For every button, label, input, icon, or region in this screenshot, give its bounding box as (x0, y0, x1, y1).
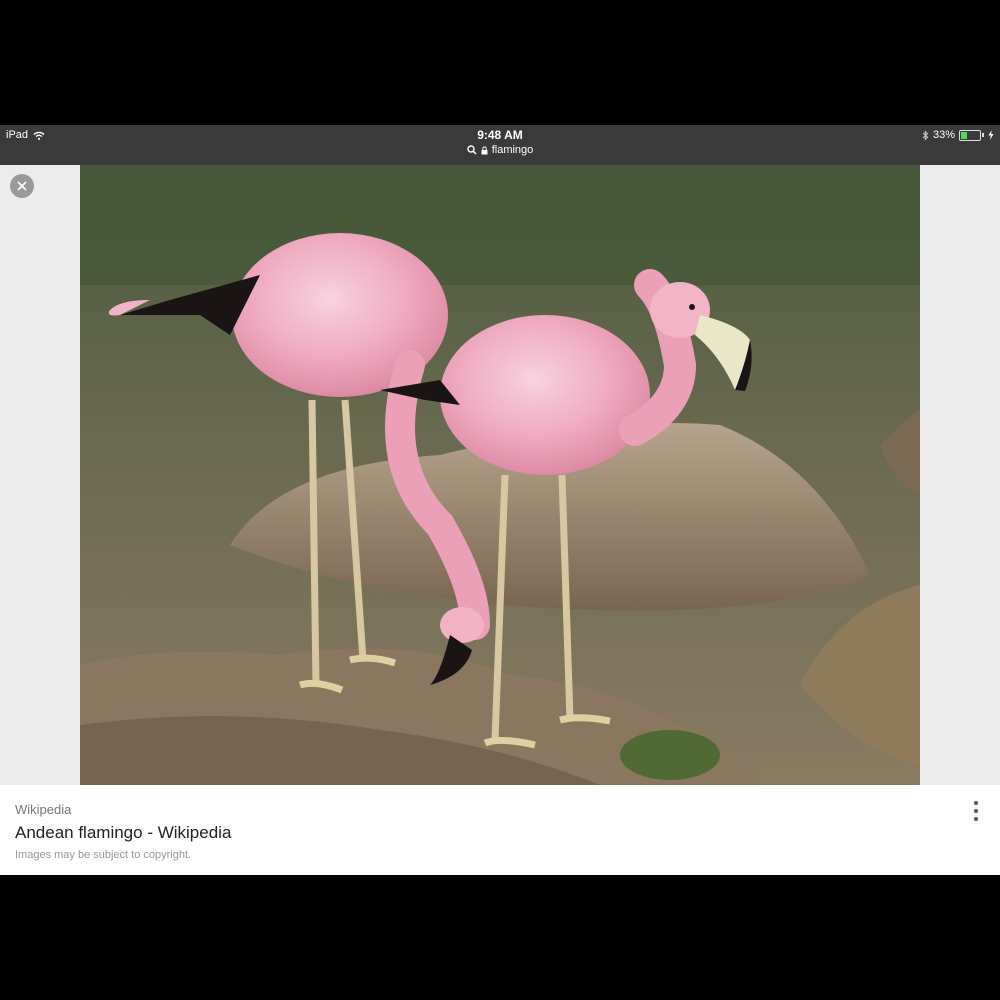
copyright-notice: Images may be subject to copyright. (15, 849, 192, 861)
status-bar: iPad 9:48 AM flamingo 33% (0, 125, 1000, 165)
image-viewer (0, 165, 1000, 785)
more-vertical-icon[interactable] (970, 799, 982, 823)
water-reflection-band (80, 165, 920, 285)
close-button[interactable] (10, 174, 34, 198)
battery-fill (961, 131, 967, 139)
more-dot (974, 809, 978, 813)
flamingo-illustration (80, 165, 920, 785)
battery-icon (959, 129, 981, 141)
search-icon (467, 145, 477, 155)
status-center: 9:48 AM flamingo (0, 128, 1000, 156)
battery-nub (982, 133, 984, 137)
lock-icon (481, 145, 488, 154)
charging-icon (988, 130, 994, 140)
result-info-bar[interactable]: Wikipedia Andean flamingo - Wikipedia Im… (0, 785, 1000, 875)
clock: 9:48 AM (477, 128, 523, 142)
source-site[interactable]: Wikipedia (15, 802, 71, 817)
status-right: 33% (922, 129, 994, 141)
flamingo-photo[interactable] (80, 165, 920, 785)
more-dot (974, 817, 978, 821)
more-dot (974, 801, 978, 805)
grass-tuft (620, 730, 720, 780)
result-title[interactable]: Andean flamingo - Wikipedia (15, 823, 231, 843)
battery-percent: 33% (932, 129, 955, 141)
bluetooth-icon (922, 129, 929, 141)
url-text: flamingo (491, 144, 534, 156)
url-display[interactable]: flamingo (0, 144, 1000, 156)
close-icon (17, 181, 27, 191)
